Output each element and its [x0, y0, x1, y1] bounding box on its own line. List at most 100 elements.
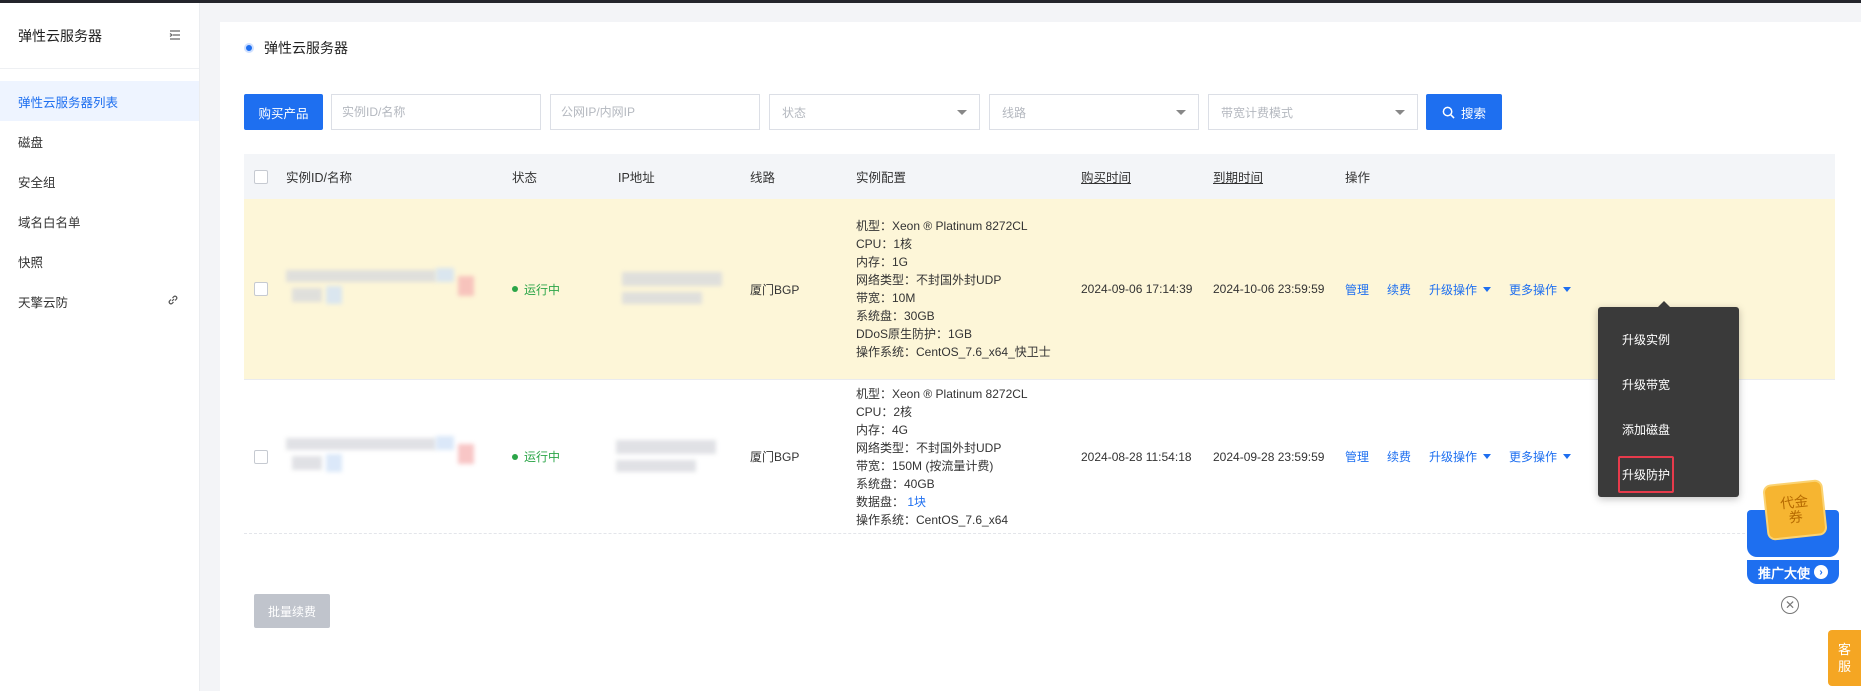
sidebar-item-label: 快照 — [18, 255, 44, 270]
row-operations: 管理 续费 升级操作 更多操作 — [1345, 281, 1572, 298]
menu-item-add-disk[interactable]: 添加磁盘 — [1598, 407, 1739, 452]
caret-down-icon — [1483, 286, 1492, 292]
close-icon[interactable]: ✕ — [1781, 596, 1799, 614]
customer-service-button[interactable]: 客服 — [1828, 630, 1861, 686]
config-system-disk: 系统盘：30GB — [856, 309, 935, 323]
menu-item-label: 升级防护 — [1618, 456, 1675, 493]
menu-item-label: 添加磁盘 — [1622, 423, 1671, 437]
sidebar-item-security-group[interactable]: 安全组 — [0, 161, 199, 201]
caret-down-icon — [1563, 286, 1572, 292]
search-button-label: 搜索 — [1460, 106, 1486, 121]
menu-item-label: 升级带宽 — [1622, 378, 1671, 392]
line-value: 厦门BGP — [750, 450, 800, 464]
caret-down-icon — [1563, 454, 1572, 459]
config-os: 操作系统：CentOS_7.6_x64 — [856, 512, 1009, 527]
config-model: 机型：Xeon ® Platinum 8272CL — [856, 219, 1028, 233]
manage-link[interactable]: 管理 — [1345, 448, 1369, 465]
data-disk-label: 数据盘： — [856, 494, 905, 509]
manage-link[interactable]: 管理 — [1345, 281, 1369, 298]
sidebar-item-domain-whitelist[interactable]: 域名白名单 — [0, 201, 199, 241]
row-checkbox[interactable] — [254, 282, 268, 296]
col-status: 状态 — [512, 171, 538, 185]
config-network: 网络类型：不封国外封UDP — [856, 273, 1002, 287]
config-network: 网络类型：不封国外封UDP — [856, 440, 1002, 455]
instance-config: 机型：Xeon ® Platinum 8272CL CPU：1核 内存：1G 网… — [856, 217, 1051, 361]
more-menu-label: 更多操作 — [1509, 282, 1558, 297]
ip-search-input[interactable] — [550, 94, 760, 130]
promo-ambassador-widget[interactable]: 代金券 推广大使 › — [1743, 470, 1847, 590]
page-header: 弹性云服务器 — [244, 38, 348, 58]
title-dot-icon — [244, 43, 254, 53]
sidebar-item-server-list[interactable]: 弹性云服务器列表 — [0, 81, 199, 121]
row-operations: 管理 续费 升级操作 更多操作 — [1345, 448, 1572, 465]
instance-search-input[interactable] — [331, 94, 541, 130]
buy-product-button[interactable]: 购买产品 — [244, 94, 323, 130]
config-os: 操作系统：CentOS_7.6_x64_快卫士 — [856, 345, 1051, 359]
status-badge: 运行中 — [512, 448, 560, 465]
menu-item-upgrade-protection[interactable]: 升级防护 — [1598, 452, 1739, 497]
col-ip: IP地址 — [618, 171, 655, 185]
status-badge: 运行中 — [512, 281, 560, 298]
promo-label: 推广大使 › — [1747, 560, 1839, 584]
upgrade-dropdown-menu: 升级实例 升级带宽 添加磁盘 升级防护 — [1598, 301, 1739, 497]
collapse-menu-icon[interactable] — [169, 28, 181, 44]
select-all-checkbox[interactable] — [254, 169, 268, 184]
sidebar-item-snapshot[interactable]: 快照 — [0, 241, 199, 281]
ip-address-redacted — [618, 266, 728, 312]
menu-item-upgrade-bandwidth[interactable]: 升级带宽 — [1598, 362, 1739, 407]
status-dot-icon — [512, 286, 518, 292]
line-select[interactable]: 线路 — [989, 94, 1199, 130]
config-bandwidth: 带宽：10M — [856, 291, 916, 305]
more-menu[interactable]: 更多操作 — [1509, 448, 1572, 465]
upgrade-menu-label: 升级操作 — [1429, 450, 1478, 464]
config-memory: 内存：4G — [856, 422, 909, 437]
instance-id-redacted[interactable] — [286, 434, 486, 480]
line-value: 厦门BGP — [750, 282, 800, 297]
upgrade-menu[interactable]: 升级操作 — [1429, 281, 1492, 298]
coupon-text: 代金券 — [1779, 492, 1809, 526]
table-header: 实例ID/名称 状态 IP地址 线路 实例配置 购买时间 到期时间 操作 — [244, 154, 1835, 199]
instance-table: 实例ID/名称 状态 IP地址 线路 实例配置 购买时间 到期时间 操作 运行中… — [244, 154, 1835, 534]
search-button[interactable]: 搜索 — [1426, 94, 1502, 130]
upgrade-menu-label: 升级操作 — [1429, 282, 1478, 297]
status-text: 运行中 — [524, 282, 561, 297]
arrow-right-icon: › — [1814, 565, 1828, 579]
col-instance-id: 实例ID/名称 — [286, 171, 352, 185]
config-bandwidth: 带宽：150M (按流量计费) — [856, 458, 994, 473]
sidebar: 弹性云服务器 弹性云服务器列表 磁盘 安全组 域名白名单 快照 天擎云防 — [0, 3, 200, 691]
sidebar-item-tianqing-cloud-defense[interactable]: 天擎云防 — [0, 281, 199, 321]
billing-mode-select[interactable]: 带宽计费模式 — [1208, 94, 1418, 130]
buy-time: 2024-08-28 11:54:18 — [1081, 449, 1192, 464]
search-icon — [1442, 106, 1455, 119]
table-row: 运行中 厦门BGP 机型：Xeon ® Platinum 8272CL CPU：… — [244, 199, 1835, 380]
config-system-disk: 系统盘：40GB — [856, 476, 935, 491]
promo-label-text: 推广大使 — [1757, 565, 1810, 581]
more-menu[interactable]: 更多操作 — [1509, 281, 1572, 298]
col-line: 线路 — [750, 171, 776, 185]
top-bar — [0, 0, 1861, 3]
menu-item-upgrade-instance[interactable]: 升级实例 — [1598, 317, 1739, 362]
upgrade-menu[interactable]: 升级操作 — [1429, 448, 1492, 465]
config-model: 机型：Xeon ® Platinum 8272CL — [856, 386, 1028, 401]
sidebar-item-label: 域名白名单 — [18, 215, 81, 230]
chevron-down-icon — [1395, 109, 1405, 115]
chevron-down-icon — [1176, 109, 1186, 115]
config-memory: 内存：1G — [856, 255, 909, 269]
status-dot-icon — [512, 453, 518, 460]
instance-id-redacted[interactable] — [286, 266, 486, 312]
col-expire-time-sort[interactable]: 到期时间 — [1213, 154, 1263, 199]
table-row: 运行中 厦门BGP 机型：Xeon ® Platinum 8272CL CPU：… — [244, 380, 1835, 534]
row-checkbox[interactable] — [254, 449, 268, 464]
batch-renew-button[interactable]: 批量续费 — [254, 594, 330, 628]
buy-time: 2024-09-06 17:14:39 — [1081, 282, 1193, 296]
config-data-disk: 数据盘： 1块 — [856, 493, 1028, 511]
sidebar-item-disk[interactable]: 磁盘 — [0, 121, 199, 161]
expire-time: 2024-09-28 23:59:59 — [1213, 449, 1325, 464]
renew-link[interactable]: 续费 — [1387, 281, 1411, 298]
billing-select-placeholder: 带宽计费模式 — [1221, 105, 1294, 120]
col-buy-time-sort[interactable]: 购买时间 — [1081, 154, 1131, 199]
toolbar: 购买产品 状态 线路 带宽计费模式 搜索 — [244, 94, 1544, 130]
status-select[interactable]: 状态 — [769, 94, 980, 130]
data-disk-link[interactable]: 1块 — [907, 495, 926, 509]
renew-link[interactable]: 续费 — [1387, 448, 1411, 465]
